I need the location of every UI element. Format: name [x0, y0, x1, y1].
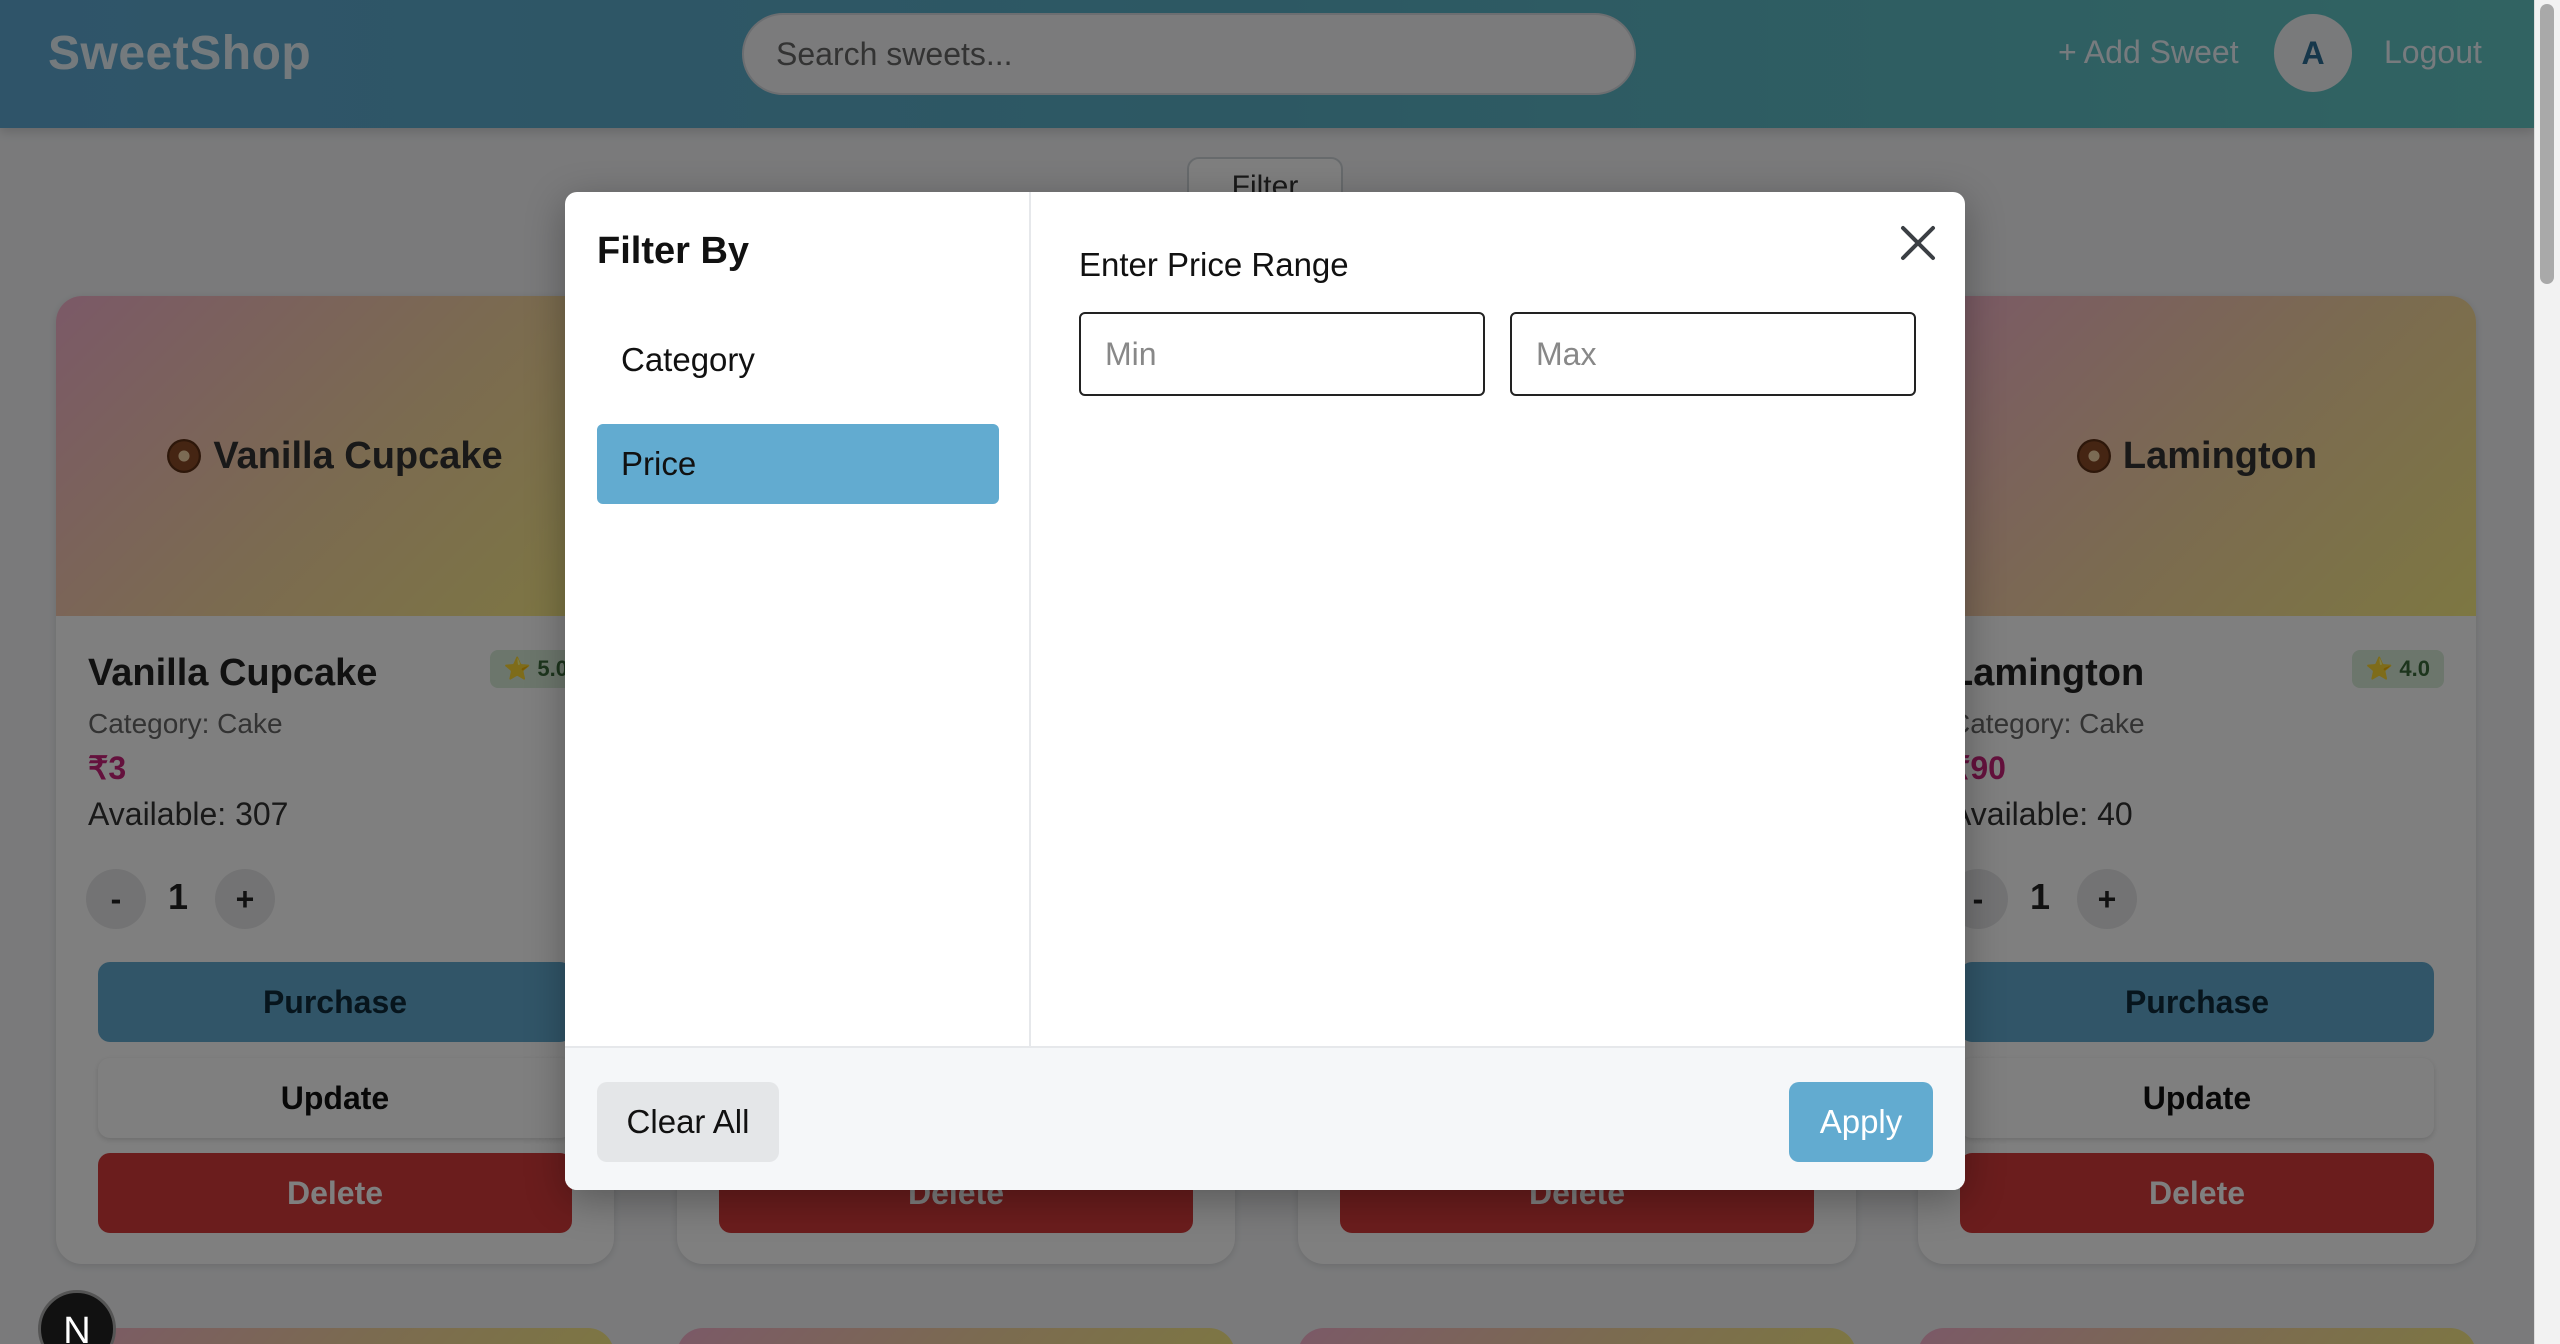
filter-modal: Filter By Category Price Enter Price Ran… — [565, 192, 1965, 1190]
filter-option-category[interactable]: Category — [597, 320, 999, 400]
clear-all-button[interactable]: Clear All — [597, 1082, 779, 1162]
modal-heading: Filter By — [597, 230, 750, 272]
scrollbar-thumb[interactable] — [2540, 4, 2554, 284]
close-icon[interactable] — [1895, 220, 1941, 266]
min-price-input[interactable] — [1079, 312, 1485, 396]
filter-option-price[interactable]: Price — [597, 424, 999, 504]
max-price-input[interactable] — [1510, 312, 1916, 396]
price-range-label: Enter Price Range — [1079, 246, 1349, 283]
apply-button[interactable]: Apply — [1789, 1082, 1933, 1162]
filter-sidebar: Filter By Category Price — [565, 192, 1031, 1046]
modal-footer: Clear All Apply — [565, 1046, 1965, 1190]
